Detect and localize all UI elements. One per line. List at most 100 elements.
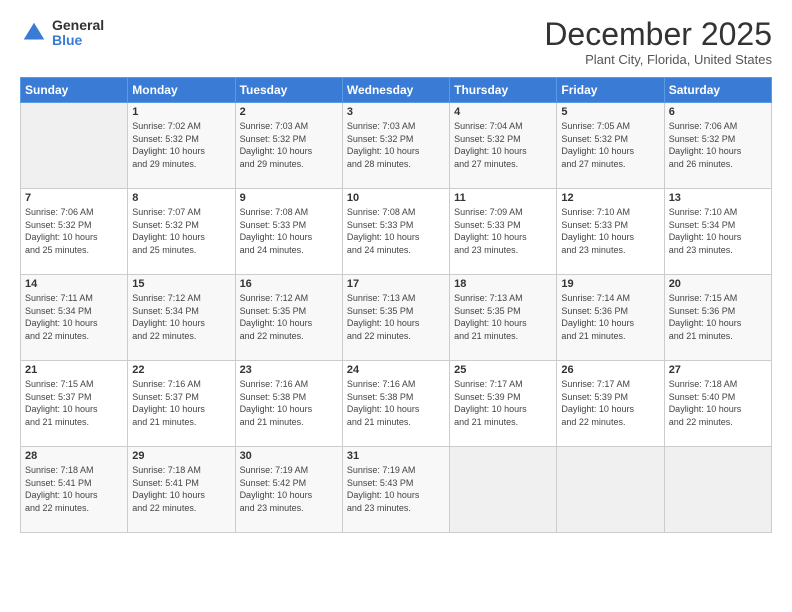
col-thursday: Thursday [450,78,557,103]
page: General Blue December 2025 Plant City, F… [0,0,792,612]
table-row [21,103,128,189]
table-row: 5 Sunrise: 7:05 AM Sunset: 5:32 PM Daylig… [557,103,664,189]
header: General Blue December 2025 Plant City, F… [20,18,772,67]
day-number: 9 [240,192,338,204]
day-number: 26 [561,364,659,376]
day-number: 24 [347,364,445,376]
day-number: 11 [454,192,552,204]
day-info: Sunrise: 7:17 AM Sunset: 5:39 PM Dayligh… [454,378,552,428]
day-number: 2 [240,106,338,118]
table-row: 22 Sunrise: 7:16 AM Sunset: 5:37 PM Dayli… [128,361,235,447]
calendar-header-row: Sunday Monday Tuesday Wednesday Thursday… [21,78,772,103]
day-number: 20 [669,278,767,290]
day-info: Sunrise: 7:16 AM Sunset: 5:38 PM Dayligh… [240,378,338,428]
logo-blue-text: Blue [52,33,104,48]
day-info: Sunrise: 7:05 AM Sunset: 5:32 PM Dayligh… [561,120,659,170]
day-number: 22 [132,364,230,376]
day-info: Sunrise: 7:10 AM Sunset: 5:33 PM Dayligh… [561,206,659,256]
table-row: 26 Sunrise: 7:17 AM Sunset: 5:39 PM Dayli… [557,361,664,447]
table-row [450,447,557,533]
table-row: 21 Sunrise: 7:15 AM Sunset: 5:37 PM Dayli… [21,361,128,447]
day-info: Sunrise: 7:14 AM Sunset: 5:36 PM Dayligh… [561,292,659,342]
table-row: 29Sunrise: 7:18 AM Sunset: 5:41 PM Dayli… [128,447,235,533]
day-number: 12 [561,192,659,204]
day-info: Sunrise: 7:15 AM Sunset: 5:36 PM Dayligh… [669,292,767,342]
table-row: 31 Sunrise: 7:19 AM Sunset: 5:43 PM Dayli… [342,447,449,533]
day-number: 29 [132,450,230,462]
day-number: 31 [347,450,445,462]
logo-text: General Blue [52,18,104,49]
table-row: 23 Sunrise: 7:16 AM Sunset: 5:38 PM Dayli… [235,361,342,447]
table-row: 14 Sunrise: 7:11 AM Sunset: 5:34 PM Dayli… [21,275,128,361]
calendar-week-row: 14 Sunrise: 7:11 AM Sunset: 5:34 PM Dayli… [21,275,772,361]
calendar-week-row: 7Sunrise: 7:06 AM Sunset: 5:32 PM Daylig… [21,189,772,275]
table-row: 7Sunrise: 7:06 AM Sunset: 5:32 PM Daylig… [21,189,128,275]
day-info: Sunrise: 7:08 AM Sunset: 5:33 PM Dayligh… [347,206,445,256]
day-info: Sunrise: 7:16 AM Sunset: 5:37 PM Dayligh… [132,378,230,428]
day-number: 3 [347,106,445,118]
day-info: Sunrise: 7:03 AM Sunset: 5:32 PM Dayligh… [347,120,445,170]
logo: General Blue [20,18,104,49]
day-number: 23 [240,364,338,376]
day-number: 13 [669,192,767,204]
day-number: 8 [132,192,230,204]
day-number: 27 [669,364,767,376]
day-info: Sunrise: 7:11 AM Sunset: 5:34 PM Dayligh… [25,292,123,342]
day-info: Sunrise: 7:18 AM Sunset: 5:41 PM Dayligh… [25,464,123,514]
day-number: 21 [25,364,123,376]
day-info: Sunrise: 7:15 AM Sunset: 5:37 PM Dayligh… [25,378,123,428]
day-number: 30 [240,450,338,462]
table-row: 20 Sunrise: 7:15 AM Sunset: 5:36 PM Dayli… [664,275,771,361]
month-title: December 2025 [544,18,772,50]
day-number: 1 [132,106,230,118]
day-number: 17 [347,278,445,290]
day-number: 16 [240,278,338,290]
table-row: 13 Sunrise: 7:10 AM Sunset: 5:34 PM Dayli… [664,189,771,275]
table-row: 8 Sunrise: 7:07 AM Sunset: 5:32 PM Daylig… [128,189,235,275]
table-row: 1 Sunrise: 7:02 AM Sunset: 5:32 PM Daylig… [128,103,235,189]
day-number: 14 [25,278,123,290]
table-row: 19Sunrise: 7:14 AM Sunset: 5:36 PM Dayli… [557,275,664,361]
day-number: 25 [454,364,552,376]
table-row: 17Sunrise: 7:13 AM Sunset: 5:35 PM Dayli… [342,275,449,361]
col-wednesday: Wednesday [342,78,449,103]
table-row: 9 Sunrise: 7:08 AM Sunset: 5:33 PM Daylig… [235,189,342,275]
table-row: 6 Sunrise: 7:06 AM Sunset: 5:32 PM Daylig… [664,103,771,189]
logo-general-text: General [52,18,104,33]
day-info: Sunrise: 7:07 AM Sunset: 5:32 PM Dayligh… [132,206,230,256]
day-info: Sunrise: 7:17 AM Sunset: 5:39 PM Dayligh… [561,378,659,428]
day-info: Sunrise: 7:08 AM Sunset: 5:33 PM Dayligh… [240,206,338,256]
day-info: Sunrise: 7:02 AM Sunset: 5:32 PM Dayligh… [132,120,230,170]
day-info: Sunrise: 7:04 AM Sunset: 5:32 PM Dayligh… [454,120,552,170]
day-info: Sunrise: 7:06 AM Sunset: 5:32 PM Dayligh… [25,206,123,256]
day-number: 18 [454,278,552,290]
col-tuesday: Tuesday [235,78,342,103]
day-info: Sunrise: 7:10 AM Sunset: 5:34 PM Dayligh… [669,206,767,256]
logo-icon [20,19,48,47]
day-number: 15 [132,278,230,290]
day-info: Sunrise: 7:13 AM Sunset: 5:35 PM Dayligh… [454,292,552,342]
col-monday: Monday [128,78,235,103]
calendar-table: Sunday Monday Tuesday Wednesday Thursday… [20,77,772,533]
calendar-week-row: 21 Sunrise: 7:15 AM Sunset: 5:37 PM Dayli… [21,361,772,447]
day-info: Sunrise: 7:06 AM Sunset: 5:32 PM Dayligh… [669,120,767,170]
table-row: 16Sunrise: 7:12 AM Sunset: 5:35 PM Dayli… [235,275,342,361]
table-row: 18 Sunrise: 7:13 AM Sunset: 5:35 PM Dayli… [450,275,557,361]
calendar-week-row: 1 Sunrise: 7:02 AM Sunset: 5:32 PM Daylig… [21,103,772,189]
table-row: 12 Sunrise: 7:10 AM Sunset: 5:33 PM Dayli… [557,189,664,275]
location-subtitle: Plant City, Florida, United States [544,52,772,67]
table-row: 15Sunrise: 7:12 AM Sunset: 5:34 PM Dayli… [128,275,235,361]
day-number: 10 [347,192,445,204]
col-friday: Friday [557,78,664,103]
table-row: 4Sunrise: 7:04 AM Sunset: 5:32 PM Daylig… [450,103,557,189]
day-number: 5 [561,106,659,118]
col-sunday: Sunday [21,78,128,103]
table-row: 24Sunrise: 7:16 AM Sunset: 5:38 PM Dayli… [342,361,449,447]
day-number: 6 [669,106,767,118]
day-info: Sunrise: 7:19 AM Sunset: 5:42 PM Dayligh… [240,464,338,514]
day-number: 28 [25,450,123,462]
table-row: 27 Sunrise: 7:18 AM Sunset: 5:40 PM Dayli… [664,361,771,447]
table-row [557,447,664,533]
day-info: Sunrise: 7:19 AM Sunset: 5:43 PM Dayligh… [347,464,445,514]
day-info: Sunrise: 7:18 AM Sunset: 5:40 PM Dayligh… [669,378,767,428]
